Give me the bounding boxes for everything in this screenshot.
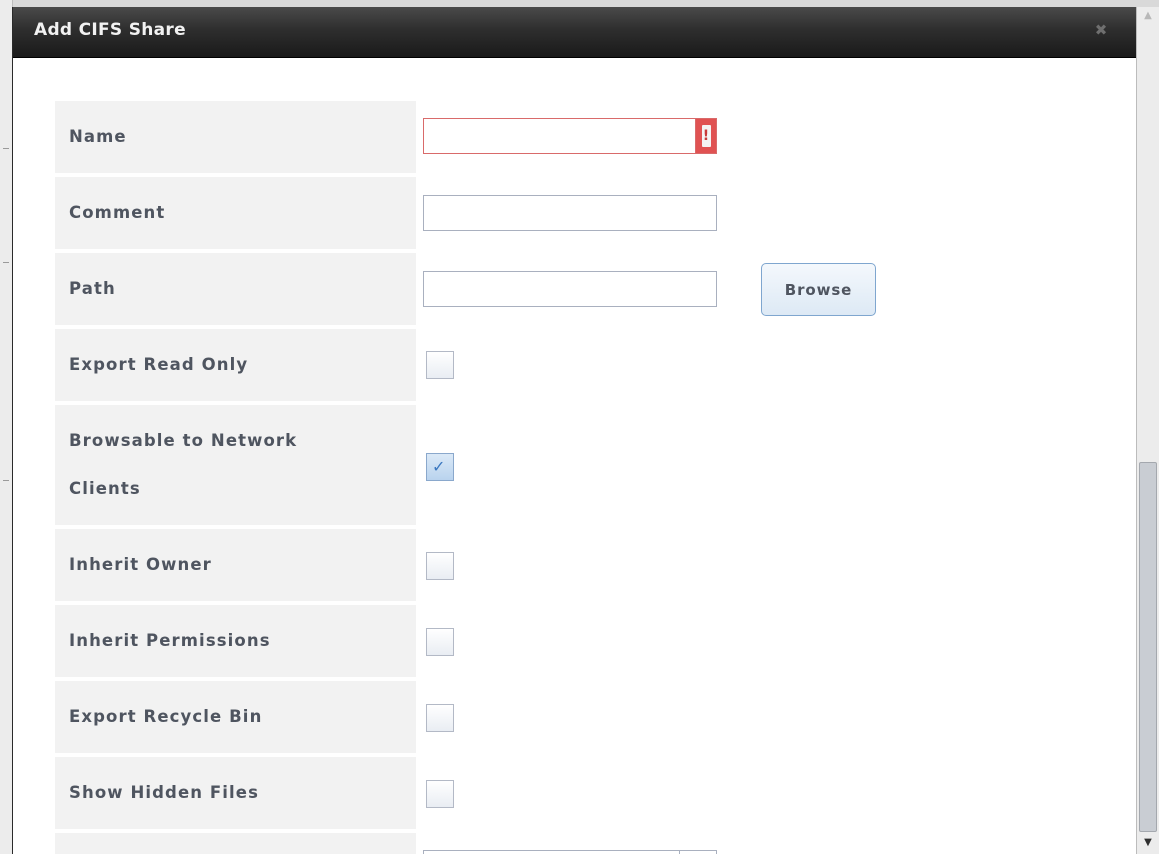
error-icon: !: [695, 118, 717, 154]
inherit-owner-checkbox[interactable]: [426, 552, 454, 580]
comment-input[interactable]: [423, 195, 717, 231]
add-cifs-share-dialog: Add CIFS Share ✖ Name ! Comment Path Bro…: [12, 7, 1137, 854]
checkmark-icon: ✓: [432, 457, 446, 476]
next-row-select[interactable]: [423, 850, 717, 854]
name-input[interactable]: [423, 118, 717, 154]
path-label: Path: [69, 279, 116, 298]
name-label-cell: Name: [55, 101, 416, 173]
export-recycle-bin-checkbox[interactable]: [426, 704, 454, 732]
browsable-label: Browsable to Network Clients: [69, 431, 298, 498]
close-icon[interactable]: ✖: [1094, 23, 1108, 38]
inherit-permissions-label: Inherit Permissions: [69, 631, 271, 650]
name-label: Name: [69, 127, 127, 146]
path-label-cell: Path: [55, 253, 416, 325]
export-read-only-checkbox[interactable]: [426, 351, 454, 379]
show-hidden-files-label: Show Hidden Files: [69, 783, 260, 802]
browse-button[interactable]: Browse: [761, 263, 876, 316]
dialog-titlebar: Add CIFS Share ✖: [13, 7, 1137, 58]
inherit-owner-label: Inherit Owner: [69, 555, 212, 574]
scrollbar-thumb[interactable]: [1139, 462, 1157, 832]
inherit-permissions-label-cell: Inherit Permissions: [55, 605, 416, 677]
inherit-owner-label-cell: Inherit Owner: [55, 529, 416, 601]
browsable-checkbox[interactable]: ✓: [426, 453, 454, 481]
export-recycle-bin-label-cell: Export Recycle Bin: [55, 681, 416, 753]
comment-label: Comment: [69, 203, 166, 222]
export-read-only-label: Export Read Only: [69, 355, 249, 374]
scrollbar[interactable]: ▲ ▼: [1136, 7, 1159, 854]
scroll-down-arrow-icon[interactable]: ▼: [1137, 834, 1159, 852]
path-input[interactable]: [423, 271, 717, 307]
inherit-permissions-checkbox[interactable]: [426, 628, 454, 656]
export-read-only-label-cell: Export Read Only: [55, 329, 416, 401]
browsable-label-cell: Browsable to Network Clients: [55, 405, 416, 525]
next-row-label-cell: [55, 833, 416, 854]
scroll-up-arrow-icon[interactable]: ▲: [1137, 7, 1159, 25]
dialog-title: Add CIFS Share: [34, 20, 186, 40]
show-hidden-files-label-cell: Show Hidden Files: [55, 757, 416, 829]
show-hidden-files-checkbox[interactable]: [426, 780, 454, 808]
comment-label-cell: Comment: [55, 177, 416, 249]
export-recycle-bin-label: Export Recycle Bin: [69, 707, 263, 726]
